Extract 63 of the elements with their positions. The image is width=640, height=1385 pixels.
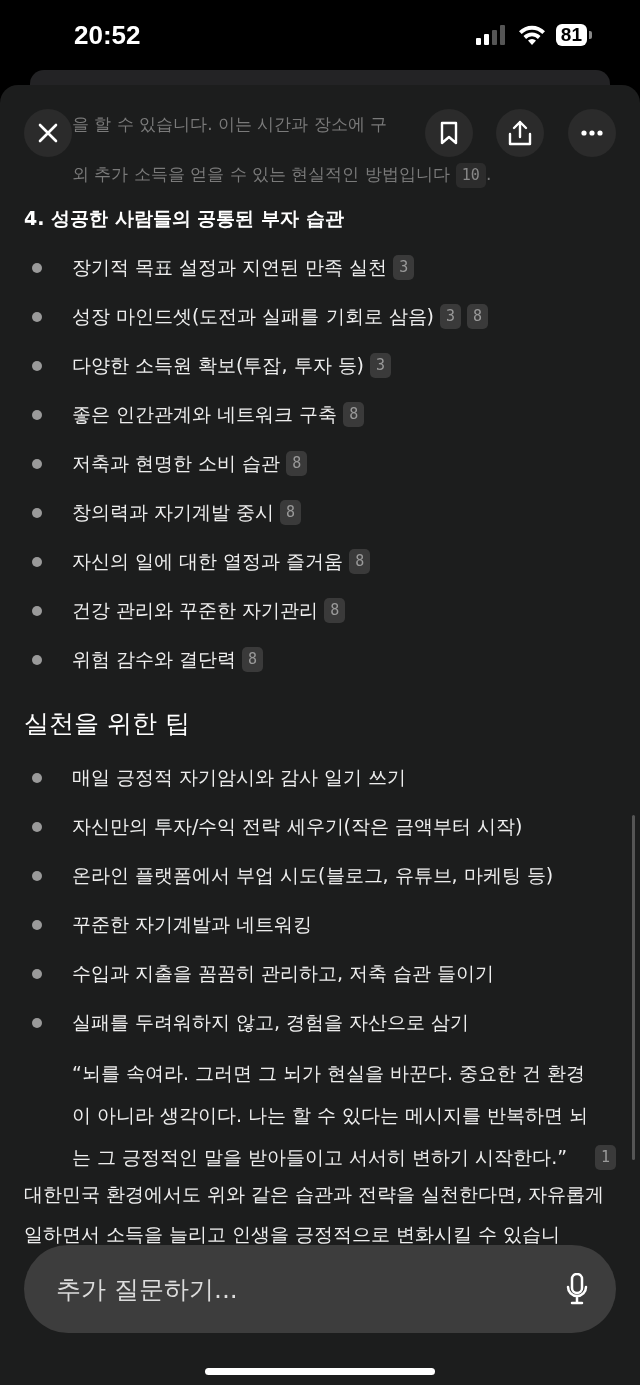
bullet-dot [32,311,42,322]
list-item-text: 건강 관리와 꾸준한 자기관리 [72,597,319,623]
quote-text: “뇌를 속여라. 그러면 그 뇌가 현실을 바꾼다. 중요한 건 환경이 아니라 생각이다. 나는 할 수 있다는 메시지를 반복하면 뇌는 그 긍정적인 말을 받아들이고 서서히 변하기 시작한다.” [72,1060,589,1170]
share-icon [508,120,532,146]
faded-text-line: . [485,164,492,184]
bullet-dot [32,821,42,832]
more-icon [581,130,603,136]
bullet-dot [32,360,42,371]
list-item-text: 꾸준한 자기계발과 네트워킹 [72,911,313,937]
bullet-dot [32,1017,42,1028]
paragraph-text: 대한민국 환경에서도 위와 같은 습관과 전략을 실천한다면, 자유롭게 일하면서 소득을 늘리고 인생을 긍정적으로 변화시킬 수 있습니 [24,1181,606,1247]
bullet-dot [32,772,42,783]
citation-badge[interactable]: 8 [343,402,365,427]
bullet-dot [32,409,42,420]
wifi-icon [517,25,546,45]
list-item-text: 온라인 플랫폼에서 부업 시도(블로그, 유튜브, 마케팅 등) [72,862,554,888]
bullet-dot [32,262,42,273]
bullet-dot [32,605,42,616]
citation-badge[interactable]: 10 [455,162,486,188]
section-heading: 실천을 위한 팁 [24,707,191,740]
citation-badge[interactable]: 3 [370,353,392,378]
bullet-dot [32,968,42,979]
citation-badge[interactable]: 8 [286,451,308,476]
close-icon [37,122,59,144]
list-item-text: 수입과 지출을 꼼꼼히 관리하고, 저축 습관 들이기 [72,960,495,986]
list-item-text: 자신만의 투자/수익 전략 세우기(작은 금액부터 시작) [72,813,523,839]
follow-up-question-field[interactable]: 추가 질문하기... [24,1245,616,1333]
citation-badge[interactable]: 8 [349,549,371,574]
citation-badge[interactable]: 8 [280,500,302,525]
scroll-bar[interactable] [632,815,635,1160]
list-item-text: 매일 긍정적 자기암시와 감사 일기 쓰기 [72,764,407,790]
citation-badge[interactable]: 1 [594,1144,616,1170]
list-item-text: 다양한 소득원 확보(투잡, 투자 등) [72,352,365,378]
list-item-text: 장기적 목표 설정과 지연된 만족 실천 [72,254,388,280]
faded-text-line: 외 추가 소득을 얻을 수 있는 현실적인 방법입니다 [72,164,450,184]
clock-time: 20:52 [74,19,141,51]
faded-text-line: 을 할 수 있습니다. 이는 시간과 장소에 구 [72,114,388,134]
list-item-text: 창의력과 자기계발 중시 [72,499,275,525]
bullet-dot [32,507,42,518]
bullet-dot [32,919,42,930]
close-button[interactable] [24,109,72,157]
bullet-dot [32,458,42,469]
bullet-dot [32,556,42,567]
share-button[interactable] [496,109,544,157]
list-item-text: 실패를 두려워하지 않고, 경험을 자산으로 삼기 [72,1009,470,1035]
bookmark-icon [440,121,458,145]
list-item-text: 위험 감수와 결단력 [72,646,237,672]
more-options-button[interactable] [568,109,616,157]
list-item-text: 저축과 현명한 소비 습관 [72,450,281,476]
bookmark-button[interactable] [425,109,473,157]
citation-badge[interactable]: 8 [467,304,489,329]
list-item-text: 자신의 일에 대한 열정과 즐거움 [72,548,344,574]
list-item-text: 성장 마인드셋(도전과 실패를 기회로 삼음) [72,303,434,329]
citation-badge[interactable]: 3 [393,255,415,280]
bullet-dot [32,654,42,665]
bullet-dot [32,870,42,881]
citation-badge[interactable]: 3 [440,304,461,329]
list-item-text: 좋은 인간관계와 네트워크 구축 [72,401,338,427]
signal-icon [475,25,508,45]
citation-badge[interactable]: 8 [324,598,346,623]
microphone-icon[interactable] [566,1273,588,1305]
section-heading: 4. 성공한 사람들의 공통된 부자 습관 [24,206,345,231]
citation-badge[interactable]: 8 [242,647,264,672]
